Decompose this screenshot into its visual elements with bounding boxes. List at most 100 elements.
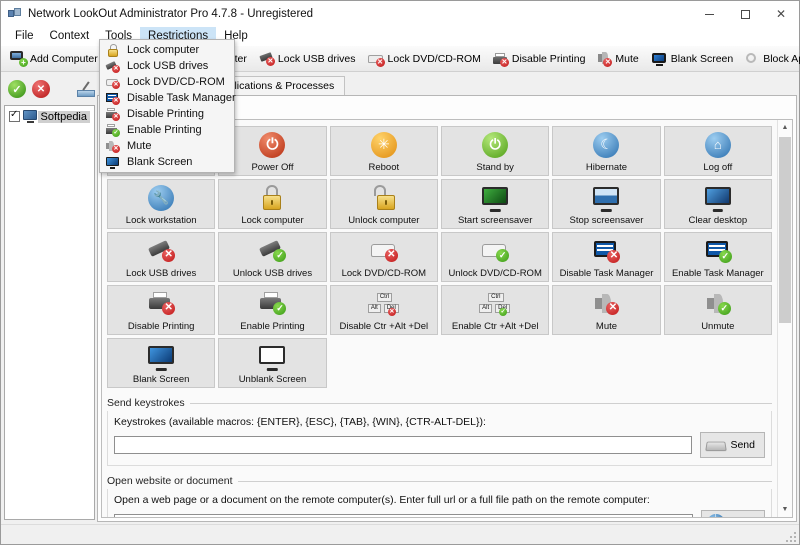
action-stand-by[interactable]: ⏻ Stand by: [441, 126, 549, 176]
dvd-unlock-icon: ✓: [481, 239, 509, 263]
send-keystrokes-group: Send keystrokes Keystrokes (available ma…: [107, 397, 772, 466]
toolbar-lock-computer-label: ter: [235, 53, 247, 65]
action-lock-usb-drives[interactable]: ✕ Lock USB drives: [107, 232, 215, 282]
action-mute[interactable]: ✕ Mute: [552, 285, 660, 335]
action-lock-workstation-label: Lock workstation: [126, 215, 197, 226]
action-disable-printing-label: Disable Printing: [128, 321, 195, 332]
speaker-mute-icon: ✕: [106, 140, 120, 153]
keystrokes-input[interactable]: [114, 436, 692, 454]
action-enable-task-manager-label: Enable Task Manager: [672, 268, 764, 279]
action-disable-printing[interactable]: ✕ Disable Printing: [107, 285, 215, 335]
action-lock-dvd-label: Lock DVD/CD-ROM: [342, 268, 426, 279]
url-input[interactable]: [114, 514, 693, 518]
action-start-screensaver[interactable]: Start screensaver: [441, 179, 549, 229]
divider: [238, 481, 773, 482]
menu-item-blank-screen[interactable]: Blank Screen: [100, 154, 234, 170]
action-enable-printing[interactable]: ✓ Enable Printing: [218, 285, 326, 335]
menu-file[interactable]: File: [7, 27, 42, 46]
action-unlock-computer[interactable]: Unlock computer: [330, 179, 438, 229]
open-website-description: Open a web page or a document on the rem…: [114, 494, 765, 506]
dvd-lock-icon: ✕: [370, 239, 398, 263]
menu-item-disable-printing[interactable]: ✕ Disable Printing: [100, 106, 234, 122]
action-unblank-screen[interactable]: Unblank Screen: [218, 338, 326, 388]
action-lock-workstation[interactable]: 🔧 Lock workstation: [107, 179, 215, 229]
toolbar-add-computer-label: Add Computer: [30, 53, 98, 65]
ctrl-alt-del-enable-icon: Ctrl Alt Del ✓: [475, 292, 515, 316]
restrictions-dropdown-menu: Lock computer ✕ Lock USB drives ✕ Lock D…: [99, 39, 235, 173]
menu-context[interactable]: Context: [42, 27, 98, 46]
computer-checkbox[interactable]: [9, 111, 20, 122]
action-start-screensaver-label: Start screensaver: [458, 215, 532, 226]
action-unlock-usb-drives[interactable]: ✓ Unlock USB drives: [218, 232, 326, 282]
minimize-button[interactable]: [691, 1, 727, 27]
maximize-button[interactable]: [727, 1, 763, 27]
close-button[interactable]: ✕: [763, 1, 799, 27]
toolbar-disable-printing[interactable]: ✕ Disable Printing: [488, 48, 591, 70]
scroll-track[interactable]: [778, 135, 793, 502]
printer-enable-icon: ✓: [106, 124, 120, 137]
toolbar-lock-dvd[interactable]: ✕ Lock DVD/CD-ROM: [363, 48, 486, 70]
action-lock-usb-drives-label: Lock USB drives: [126, 268, 196, 279]
menu-item-lock-usb-drives[interactable]: ✕ Lock USB drives: [100, 58, 234, 74]
open-button-label: Open: [729, 517, 755, 518]
action-hibernate[interactable]: ☾ Hibernate: [552, 126, 660, 176]
speaker-unmute-icon: ✓: [705, 292, 731, 316]
action-reboot[interactable]: ✳ Reboot: [330, 126, 438, 176]
action-unlock-usb-drives-label: Unlock USB drives: [233, 268, 312, 279]
action-lock-computer[interactable]: Lock computer: [218, 179, 326, 229]
toolbar-mute[interactable]: ✕ Mute: [592, 48, 643, 70]
menu-item-enable-printing[interactable]: ✓ Enable Printing: [100, 122, 234, 138]
approve-icon[interactable]: ✓: [8, 80, 26, 98]
content-area: Power On ⏻ Power Off ✳: [101, 119, 793, 518]
action-lock-dvd[interactable]: ✕ Lock DVD/CD-ROM: [330, 232, 438, 282]
padlock-icon: [106, 44, 120, 57]
blank-screen-icon: [106, 156, 120, 169]
action-lock-computer-label: Lock computer: [241, 215, 303, 226]
menu-item-mute[interactable]: ✕ Mute: [100, 138, 234, 154]
edit-note-icon[interactable]: [77, 81, 95, 97]
open-website-title: Open website or document: [107, 475, 233, 487]
action-hibernate-label: Hibernate: [586, 162, 627, 173]
send-button[interactable]: Send: [700, 432, 765, 458]
send-keystrokes-body: Keystrokes (available macros: {ENTER}, {…: [107, 411, 772, 466]
action-enable-ctrl-alt-del-label: Enable Ctr +Alt +Del: [452, 321, 539, 332]
action-enable-task-manager[interactable]: ✓ Enable Task Manager: [664, 232, 772, 282]
action-stop-screensaver[interactable]: Stop screensaver: [552, 179, 660, 229]
action-disable-ctrl-alt-del-label: Disable Ctr +Alt +Del: [339, 321, 428, 332]
action-stop-screensaver-label: Stop screensaver: [570, 215, 644, 226]
action-enable-printing-label: Enable Printing: [240, 321, 304, 332]
standby-icon: ⏻: [482, 132, 508, 158]
toolbar-disable-printing-label: Disable Printing: [512, 53, 586, 65]
action-stand-by-label: Stand by: [476, 162, 514, 173]
action-unmute[interactable]: ✓ Unmute: [664, 285, 772, 335]
scroll-down-button[interactable]: ▼: [778, 502, 793, 517]
computer-list[interactable]: Softpedia: [4, 105, 95, 520]
scroll-thumb[interactable]: [779, 137, 791, 323]
menu-item-disable-task-manager[interactable]: ✕ Disable Task Manager: [100, 90, 234, 106]
toolbar-block-apps[interactable]: Block Apps ▼: [740, 48, 800, 70]
open-button[interactable]: Open: [701, 510, 765, 518]
usb-lock-icon: ✕: [106, 60, 120, 73]
action-disable-task-manager[interactable]: ✕ Disable Task Manager: [552, 232, 660, 282]
action-unlock-dvd[interactable]: ✓ Unlock DVD/CD-ROM: [441, 232, 549, 282]
unblank-screen-icon: [259, 346, 285, 368]
application-window: Network LookOut Administrator Pro 4.7.8 …: [0, 0, 800, 545]
task-manager-disable-icon: ✕: [106, 92, 120, 105]
vertical-scrollbar[interactable]: ▲ ▼: [777, 120, 792, 517]
action-disable-ctrl-alt-del[interactable]: Ctrl Alt Del ✕ Disable Ctr +Alt +Del: [330, 285, 438, 335]
action-clear-desktop[interactable]: Clear desktop: [664, 179, 772, 229]
toolbar-lock-usb-drives[interactable]: ✕ Lock USB drives: [254, 48, 361, 70]
action-blank-screen[interactable]: Blank Screen: [107, 338, 215, 388]
scroll-up-button[interactable]: ▲: [778, 120, 793, 135]
resize-grip[interactable]: [785, 531, 796, 542]
action-log-off[interactable]: ⌂ Log off: [664, 126, 772, 176]
menu-item-lock-dvd[interactable]: ✕ Lock DVD/CD-ROM: [100, 74, 234, 90]
reject-icon[interactable]: ✕: [32, 80, 50, 98]
menu-item-lock-computer[interactable]: Lock computer: [100, 42, 234, 58]
block-apps-icon: [745, 52, 760, 66]
list-item[interactable]: Softpedia: [7, 109, 92, 124]
toolbar-blank-screen[interactable]: Blank Screen: [646, 48, 738, 70]
action-unblank-screen-label: Unblank Screen: [239, 374, 307, 385]
action-enable-ctrl-alt-del[interactable]: Ctrl Alt Del ✓ Enable Ctr +Alt +Del: [441, 285, 549, 335]
status-bar: [1, 524, 799, 544]
